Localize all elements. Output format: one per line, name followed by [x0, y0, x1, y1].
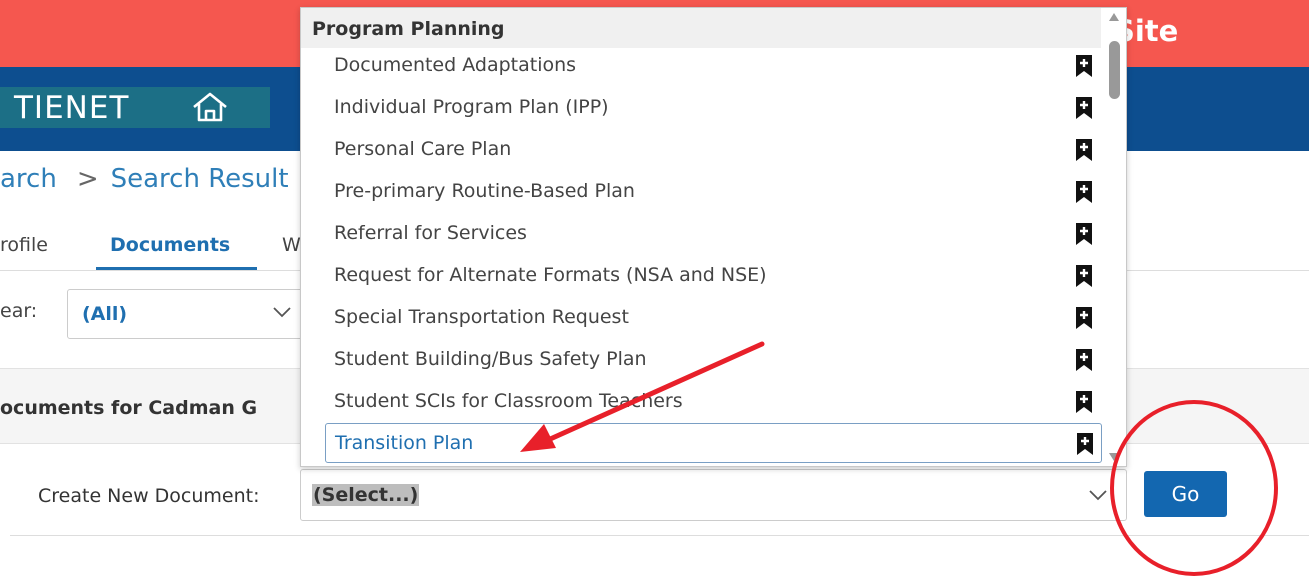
- breadcrumb-search-results[interactable]: Search Result: [111, 164, 289, 194]
- bookmark-add-icon[interactable]: [1075, 138, 1093, 162]
- year-filter-select[interactable]: (All): [67, 289, 317, 339]
- go-button[interactable]: Go: [1144, 471, 1227, 517]
- dropdown-option[interactable]: Pre-primary Routine-Based Plan: [325, 172, 1102, 212]
- dropdown-option[interactable]: Individual Program Plan (IPP): [325, 88, 1102, 128]
- dropdown-option[interactable]: Documented Adaptations: [325, 46, 1102, 86]
- dropdown-option-selected[interactable]: Transition Plan: [325, 423, 1102, 463]
- bookmark-add-icon[interactable]: [1075, 96, 1093, 120]
- scrollbar-thumb[interactable]: [1109, 41, 1120, 99]
- dropdown-option[interactable]: Referral for Services: [325, 214, 1102, 254]
- option-label: Student SCIs for Classroom Teachers: [334, 390, 683, 412]
- year-filter-label: ear:: [0, 300, 38, 322]
- dropdown-option[interactable]: Personal Care Plan: [325, 130, 1102, 170]
- bottom-divider: [10, 535, 1309, 536]
- option-label: Personal Care Plan: [334, 138, 512, 160]
- create-document-label: Create New Document:: [38, 485, 260, 507]
- year-filter-value: (All): [82, 303, 128, 325]
- create-document-select[interactable]: (Select...): [300, 469, 1127, 521]
- dropdown-option[interactable]: Request for Alternate Formats (NSA and N…: [325, 256, 1102, 296]
- document-type-dropdown[interactable]: Program Planning Documented Adaptations …: [300, 7, 1127, 467]
- bookmark-add-icon[interactable]: [1075, 348, 1093, 372]
- bookmark-add-icon[interactable]: [1075, 264, 1093, 288]
- dropdown-group-header: Program Planning: [301, 8, 1101, 48]
- chevron-down-icon: [273, 307, 291, 318]
- scroll-down-icon[interactable]: [1108, 452, 1120, 462]
- option-label: Transition Plan: [335, 432, 474, 454]
- option-label: Documented Adaptations: [334, 54, 577, 76]
- option-label: Request for Alternate Formats (NSA and N…: [334, 264, 767, 286]
- dropdown-option[interactable]: Student Building/Bus Safety Plan: [325, 340, 1102, 380]
- documents-panel-title: ocuments for Cadman G: [0, 397, 258, 419]
- dropdown-group-label: Program Planning: [312, 18, 505, 40]
- bookmark-add-icon[interactable]: [1075, 306, 1093, 330]
- bookmark-add-icon[interactable]: [1075, 390, 1093, 414]
- option-label: Referral for Services: [334, 222, 527, 244]
- dropdown-option[interactable]: Special Transportation Request: [325, 298, 1102, 338]
- bookmark-add-icon[interactable]: [1075, 222, 1093, 246]
- option-label: Student Building/Bus Safety Plan: [334, 348, 647, 370]
- tab-w[interactable]: W: [282, 234, 301, 256]
- bookmark-add-icon[interactable]: [1076, 432, 1094, 456]
- breadcrumb-search[interactable]: arch: [0, 164, 57, 194]
- scroll-up-icon[interactable]: [1108, 12, 1120, 22]
- chevron-down-icon: [1089, 490, 1107, 501]
- tab-documents[interactable]: Documents: [110, 234, 230, 256]
- logo-home-link[interactable]: TIENET: [0, 87, 270, 128]
- bookmark-add-icon[interactable]: [1075, 180, 1093, 204]
- create-document-value: (Select...): [312, 484, 420, 506]
- breadcrumb: arch > Search Result: [0, 164, 289, 194]
- option-label: Special Transportation Request: [334, 306, 629, 328]
- home-icon[interactable]: [190, 90, 230, 124]
- breadcrumb-separator: >: [76, 164, 99, 194]
- option-label: Pre-primary Routine-Based Plan: [334, 180, 635, 202]
- tab-profile[interactable]: rofile: [0, 234, 48, 256]
- logo-text: TIENET: [14, 90, 130, 126]
- dropdown-option[interactable]: Student SCIs for Classroom Teachers: [325, 382, 1102, 422]
- bookmark-add-icon[interactable]: [1075, 54, 1093, 78]
- dropdown-scrollbar[interactable]: [1102, 8, 1126, 466]
- option-label: Individual Program Plan (IPP): [334, 96, 609, 118]
